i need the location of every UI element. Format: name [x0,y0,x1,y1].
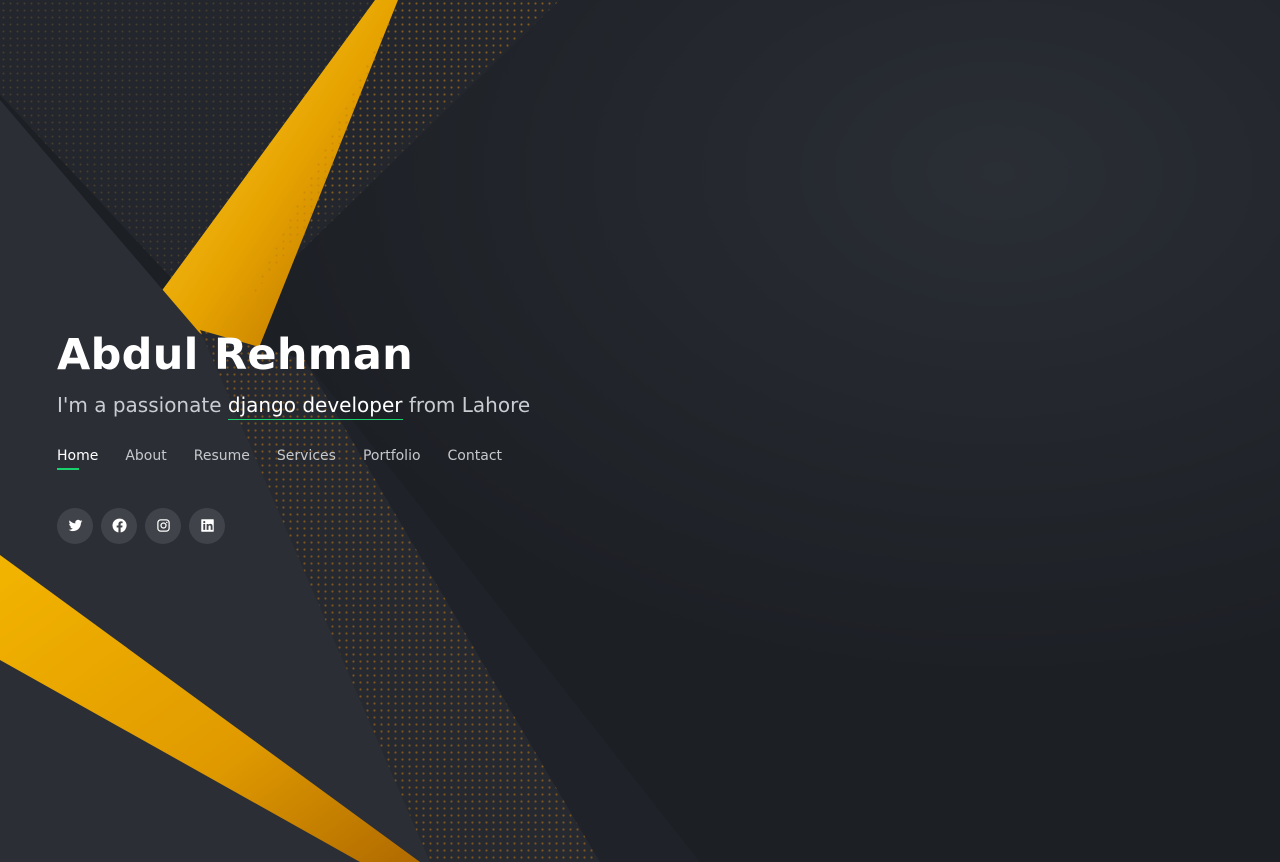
nav-contact[interactable]: Contact [448,448,502,470]
facebook-button[interactable] [101,507,137,544]
instagram-button[interactable] [145,507,181,544]
twitter-icon [68,519,82,532]
hero-section: Abdul Rehman I'm a passionate django dev… [0,0,1280,862]
nav-home[interactable]: Home [57,448,98,470]
nav-resume[interactable]: Resume [194,448,250,470]
linkedin-icon [200,519,214,532]
main-nav: Home About Resume Services Portfolio Con… [57,448,757,470]
tagline-suffix: from Lahore [402,392,531,417]
twitter-button[interactable] [57,507,93,544]
instagram-icon [156,519,170,532]
tagline-typed-text: django developer [227,392,403,420]
hero-tagline: I'm a passionate django developer from L… [57,392,757,420]
tagline-prefix: I'm a passionate [57,392,228,417]
social-links [57,507,757,544]
hero-name: Abdul Rehman [57,330,414,380]
nav-portfolio[interactable]: Portfolio [363,448,421,470]
linkedin-button[interactable] [189,507,225,544]
hero-content: Abdul Rehman I'm a passionate django dev… [57,330,757,544]
nav-about[interactable]: About [125,448,166,470]
nav-services[interactable]: Services [277,448,336,470]
facebook-icon [111,518,127,533]
